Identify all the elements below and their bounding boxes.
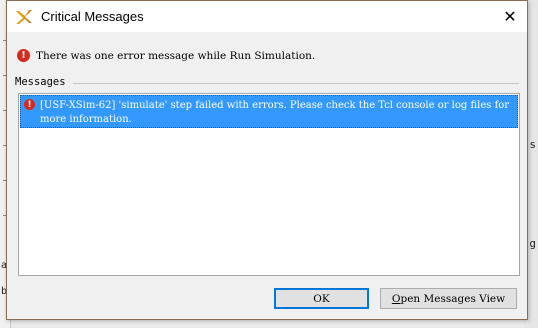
ok-button-label: OK — [313, 292, 330, 305]
ok-button[interactable]: OK — [274, 288, 369, 309]
dialog-title: Critical Messages — [41, 9, 144, 24]
dialog-body: ! There was one error message while Run … — [7, 32, 527, 319]
message-item-selected[interactable]: ! [USF-XSim-62] 'simulate' step failed w… — [20, 95, 518, 128]
section-divider — [73, 83, 519, 84]
open-messages-view-button[interactable]: Open Messages View — [380, 288, 517, 309]
close-button[interactable]: ✕ — [493, 1, 527, 32]
error-icon: ! — [24, 99, 35, 110]
background-right-text: g — [529, 237, 536, 250]
critical-messages-dialog: Critical Messages ✕ ! There was one erro… — [6, 0, 528, 320]
messages-section-label: Messages — [15, 76, 66, 88]
background-right-text: s — [529, 138, 536, 151]
title-bar[interactable]: Critical Messages ✕ — [7, 1, 527, 32]
message-text: [USF-XSim-62] 'simulate' step failed wit… — [40, 100, 510, 125]
close-icon: ✕ — [503, 8, 517, 26]
open-messages-view-mnemonic: O — [391, 292, 401, 305]
messages-list[interactable]: ! [USF-XSim-62] 'simulate' step failed w… — [18, 93, 520, 276]
open-messages-view-label: pen Messages View — [400, 292, 506, 305]
error-icon: ! — [17, 49, 30, 62]
summary-row: ! There was one error message while Run … — [17, 49, 315, 62]
summary-text: There was one error message while Run Si… — [36, 49, 316, 62]
vivado-logo-icon — [16, 10, 32, 24]
